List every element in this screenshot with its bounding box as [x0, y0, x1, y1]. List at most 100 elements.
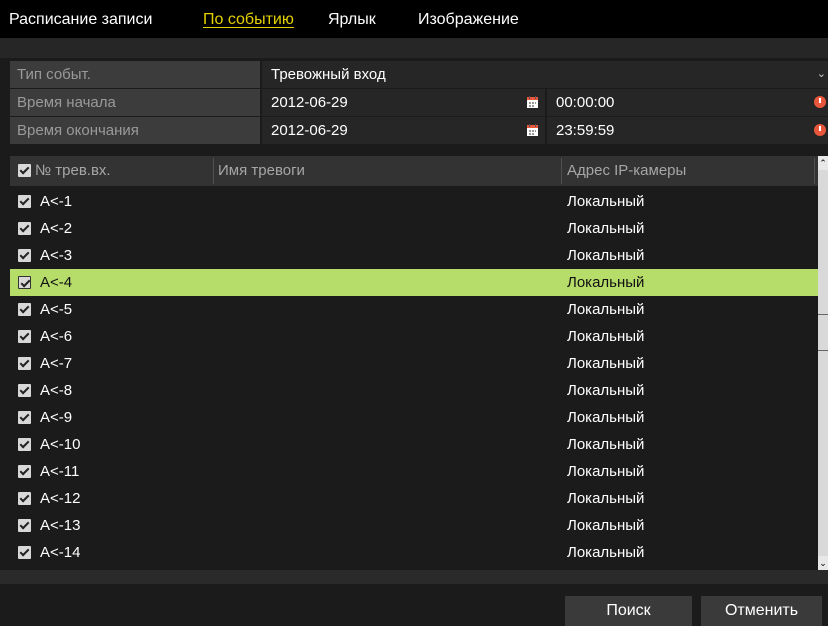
end-date-value: 2012-06-29 — [271, 122, 348, 139]
table-header: № трев.вх. Имя тревоги Адрес IP-камеры — [10, 156, 818, 186]
cell-alarm-no: A<-8 — [40, 382, 73, 399]
cell-camera-ip: Локальный — [567, 544, 645, 561]
row-checkbox[interactable] — [18, 519, 31, 532]
header-alarm-name[interactable]: Имя тревоги — [218, 156, 305, 186]
calendar-icon[interactable] — [527, 124, 538, 136]
tab-by-event[interactable]: По событию — [203, 11, 294, 29]
start-date-field[interactable]: 2012-06-29 — [262, 89, 545, 116]
row-checkbox[interactable] — [18, 195, 31, 208]
cell-alarm-no: A<-9 — [40, 409, 73, 426]
end-time-row: Время окончания 2012-06-29 23:59:59 — [10, 117, 828, 144]
cell-alarm-no: A<-5 — [40, 301, 73, 318]
cell-camera-ip: Локальный — [567, 193, 645, 210]
end-time-value: 23:59:59 — [556, 122, 615, 139]
tab-record-schedule[interactable]: Расписание записи — [9, 11, 152, 29]
cell-alarm-no: A<-7 — [40, 355, 73, 372]
cell-alarm-no: A<-6 — [40, 328, 73, 345]
start-date-value: 2012-06-29 — [271, 94, 348, 111]
bottom-strip — [0, 570, 828, 584]
table-row[interactable]: A<-1 Локальный — [10, 188, 818, 215]
cell-camera-ip: Локальный — [567, 517, 645, 534]
header-alarm-no[interactable]: № трев.вх. — [35, 156, 111, 186]
row-checkbox[interactable] — [18, 222, 31, 235]
row-checkbox[interactable] — [18, 249, 31, 262]
cell-camera-ip: Локальный — [567, 463, 645, 480]
cell-camera-ip: Локальный — [567, 247, 645, 264]
tab-tag[interactable]: Ярлык — [328, 11, 376, 29]
table-row[interactable]: A<-9 Локальный — [10, 404, 818, 431]
start-time-label: Время начала — [10, 89, 260, 116]
table-row[interactable]: A<-10 Локальный — [10, 431, 818, 458]
end-time-field[interactable]: 23:59:59 — [547, 117, 828, 144]
event-type-select[interactable]: Тревожный вход ⌄ — [262, 61, 828, 88]
cell-alarm-no: A<-4 — [40, 274, 73, 291]
cell-camera-ip: Локальный — [567, 436, 645, 453]
clock-icon[interactable] — [814, 124, 826, 136]
cell-camera-ip: Локальный — [567, 274, 645, 291]
select-all-checkbox[interactable] — [18, 164, 31, 177]
end-date-field[interactable]: 2012-06-29 — [262, 117, 545, 144]
row-checkbox[interactable] — [18, 546, 31, 559]
cell-alarm-no: A<-10 — [40, 436, 81, 453]
table-row[interactable]: A<-6 Локальный — [10, 323, 818, 350]
cell-alarm-no: A<-14 — [40, 544, 81, 561]
cell-camera-ip: Локальный — [567, 355, 645, 372]
tab-bar: Расписание записи По событию Ярлык Изобр… — [0, 0, 828, 38]
header-divider — [213, 158, 214, 184]
cell-alarm-no: A<-3 — [40, 247, 73, 264]
tab-picture[interactable]: Изображение — [418, 11, 519, 29]
search-button[interactable]: Поиск — [565, 596, 692, 626]
alarm-input-table: № трев.вх. Имя тревоги Адрес IP-камеры A… — [10, 156, 818, 570]
cell-alarm-no: A<-12 — [40, 490, 81, 507]
cell-alarm-no: A<-1 — [40, 193, 73, 210]
cell-camera-ip: Локальный — [567, 220, 645, 237]
table-row[interactable]: A<-7 Локальный — [10, 350, 818, 377]
scroll-up-icon[interactable]: ⌃ — [818, 156, 828, 170]
cell-alarm-no: A<-11 — [40, 463, 80, 480]
row-checkbox[interactable] — [18, 276, 31, 289]
cell-alarm-no: A<-2 — [40, 220, 73, 237]
header-divider — [561, 158, 562, 184]
event-type-value: Тревожный вход — [271, 66, 386, 83]
row-checkbox[interactable] — [18, 465, 31, 478]
table-scrollbar[interactable]: ⌃ ⌄ — [818, 156, 828, 570]
end-time-label: Время окончания — [10, 117, 260, 144]
calendar-icon[interactable] — [527, 96, 538, 108]
event-type-row: Тип событ. Тревожный вход ⌄ — [10, 61, 828, 88]
cancel-button[interactable]: Отменить — [701, 596, 822, 626]
row-checkbox[interactable] — [18, 438, 31, 451]
table-row[interactable]: A<-13 Локальный — [10, 512, 818, 539]
cell-camera-ip: Локальный — [567, 490, 645, 507]
table-row[interactable]: A<-11 Локальный — [10, 458, 818, 485]
table-row[interactable]: A<-8 Локальный — [10, 377, 818, 404]
cell-camera-ip: Локальный — [567, 382, 645, 399]
clock-icon[interactable] — [814, 96, 826, 108]
table-row[interactable]: A<-5 Локальный — [10, 296, 818, 323]
scroll-down-icon[interactable]: ⌄ — [818, 556, 828, 570]
event-type-label: Тип событ. — [10, 61, 260, 88]
header-divider — [814, 158, 815, 184]
row-checkbox[interactable] — [18, 384, 31, 397]
cell-camera-ip: Локальный — [567, 301, 645, 318]
cell-alarm-no: A<-13 — [40, 517, 81, 534]
table-row[interactable]: A<-2 Локальный — [10, 215, 818, 242]
scrollbar-tick — [818, 350, 828, 351]
scrollbar-tick — [818, 314, 828, 315]
row-checkbox[interactable] — [18, 330, 31, 343]
top-strip — [0, 38, 828, 58]
cell-camera-ip: Локальный — [567, 328, 645, 345]
cell-camera-ip: Локальный — [567, 409, 645, 426]
row-checkbox[interactable] — [18, 492, 31, 505]
chevron-down-icon: ⌄ — [816, 68, 826, 80]
start-time-value: 00:00:00 — [556, 94, 615, 111]
table-row[interactable]: A<-14 Локальный — [10, 539, 818, 566]
header-camera-ip[interactable]: Адрес IP-камеры — [567, 156, 686, 186]
row-checkbox[interactable] — [18, 303, 31, 316]
table-row[interactable]: A<-3 Локальный — [10, 242, 818, 269]
table-row[interactable]: A<-4 Локальный — [10, 269, 818, 296]
row-checkbox[interactable] — [18, 411, 31, 424]
row-checkbox[interactable] — [18, 357, 31, 370]
start-time-row: Время начала 2012-06-29 00:00:00 — [10, 89, 828, 116]
start-time-field[interactable]: 00:00:00 — [547, 89, 828, 116]
table-row[interactable]: A<-12 Локальный — [10, 485, 818, 512]
